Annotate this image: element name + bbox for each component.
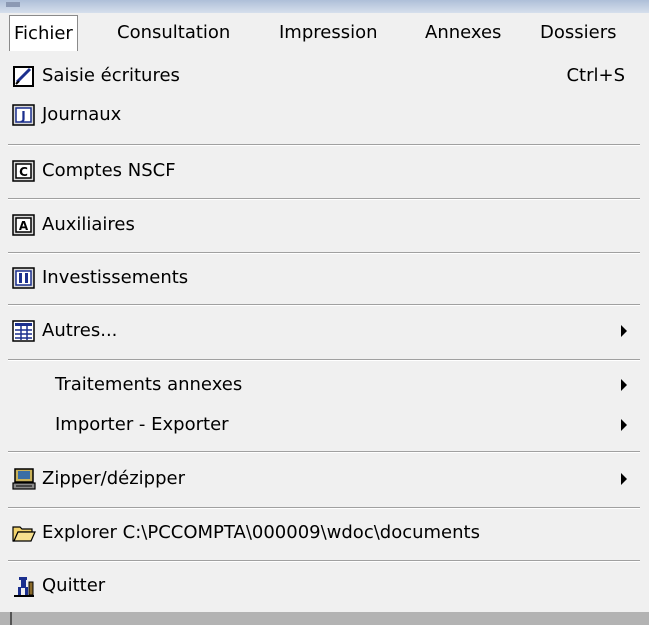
open-folder-icon — [12, 521, 36, 545]
svg-text:J: J — [20, 109, 25, 123]
menu-item-label: Quitter — [42, 575, 106, 596]
menu-item-explorer[interactable]: Explorer C:\PCCOMPTA\000009\wdoc\documen… — [0, 513, 649, 553]
menu-separator — [8, 252, 640, 254]
pencil-edit-icon — [12, 64, 36, 88]
submenu-arrow-icon — [621, 325, 627, 337]
menubar-item-fichier[interactable]: Fichier — [9, 15, 78, 54]
window-bottom-edge — [0, 612, 649, 625]
menu-item-shortcut: Ctrl+S — [566, 65, 625, 86]
menubar-item-impression[interactable]: Impression — [279, 13, 378, 52]
menu-separator — [8, 198, 640, 200]
auxiliaires-a-icon: A — [12, 213, 36, 237]
fichier-dropdown-menu: Saisie écritures Ctrl+S J Journaux C Com… — [0, 51, 649, 622]
menu-item-importer-exporter[interactable]: Importer - Exporter — [0, 405, 649, 445]
menu-item-journaux[interactable]: J Journaux — [0, 95, 649, 135]
menu-separator — [8, 359, 640, 361]
submenu-arrow-icon — [621, 473, 627, 485]
exit-person-icon — [12, 574, 36, 598]
journal-j-icon: J — [12, 103, 36, 127]
menu-item-label: Importer - Exporter — [55, 414, 229, 435]
menu-item-label: Comptes NSCF — [42, 160, 176, 181]
svg-text:C: C — [19, 165, 28, 179]
menu-item-auxiliaires[interactable]: A Auxiliaires — [0, 205, 649, 245]
menu-item-label: Saisie écritures — [42, 65, 180, 86]
menu-item-traitements-annexes[interactable]: Traitements annexes — [0, 365, 649, 405]
menu-separator — [8, 507, 640, 509]
app-icon — [6, 2, 20, 7]
menubar: Fichier Consultation Impression Annexes … — [0, 13, 649, 54]
menu-separator — [8, 451, 640, 453]
menu-item-quitter[interactable]: Quitter — [0, 566, 649, 606]
menu-item-label: Explorer C:\PCCOMPTA\000009\wdoc\documen… — [42, 522, 480, 543]
menu-separator — [8, 144, 640, 146]
menu-item-autres[interactable]: Autres... — [0, 311, 649, 351]
table-grid-icon — [12, 319, 36, 343]
menu-item-investissements[interactable]: Investissements — [0, 258, 649, 298]
svg-text:A: A — [19, 219, 29, 233]
computer-zip-icon — [12, 467, 36, 491]
menu-item-label: Journaux — [42, 104, 122, 125]
menu-item-saisie-ecritures[interactable]: Saisie écritures Ctrl+S — [0, 56, 649, 96]
menu-item-label: Autres... — [42, 320, 118, 341]
menubar-item-dossiers[interactable]: Dossiers — [540, 13, 616, 52]
menu-separator — [8, 560, 640, 562]
menubar-item-annexes[interactable]: Annexes — [425, 13, 501, 52]
menu-item-label: Auxiliaires — [42, 214, 135, 235]
menu-item-zipper-dezipper[interactable]: Zipper/dézipper — [0, 459, 649, 499]
submenu-arrow-icon — [621, 379, 627, 391]
menu-item-comptes-nscf[interactable]: C Comptes NSCF — [0, 151, 649, 191]
comptes-c-icon: C — [12, 159, 36, 183]
scroll-marker — [10, 612, 12, 625]
menu-item-label: Traitements annexes — [55, 374, 243, 395]
window-titlebar-strip — [0, 0, 649, 13]
menu-separator — [8, 304, 640, 306]
investissements-i-icon — [12, 266, 36, 290]
menubar-item-consultation[interactable]: Consultation — [117, 13, 230, 52]
menu-item-label: Investissements — [42, 267, 189, 288]
submenu-arrow-icon — [621, 419, 627, 431]
menu-item-label: Zipper/dézipper — [42, 468, 185, 489]
